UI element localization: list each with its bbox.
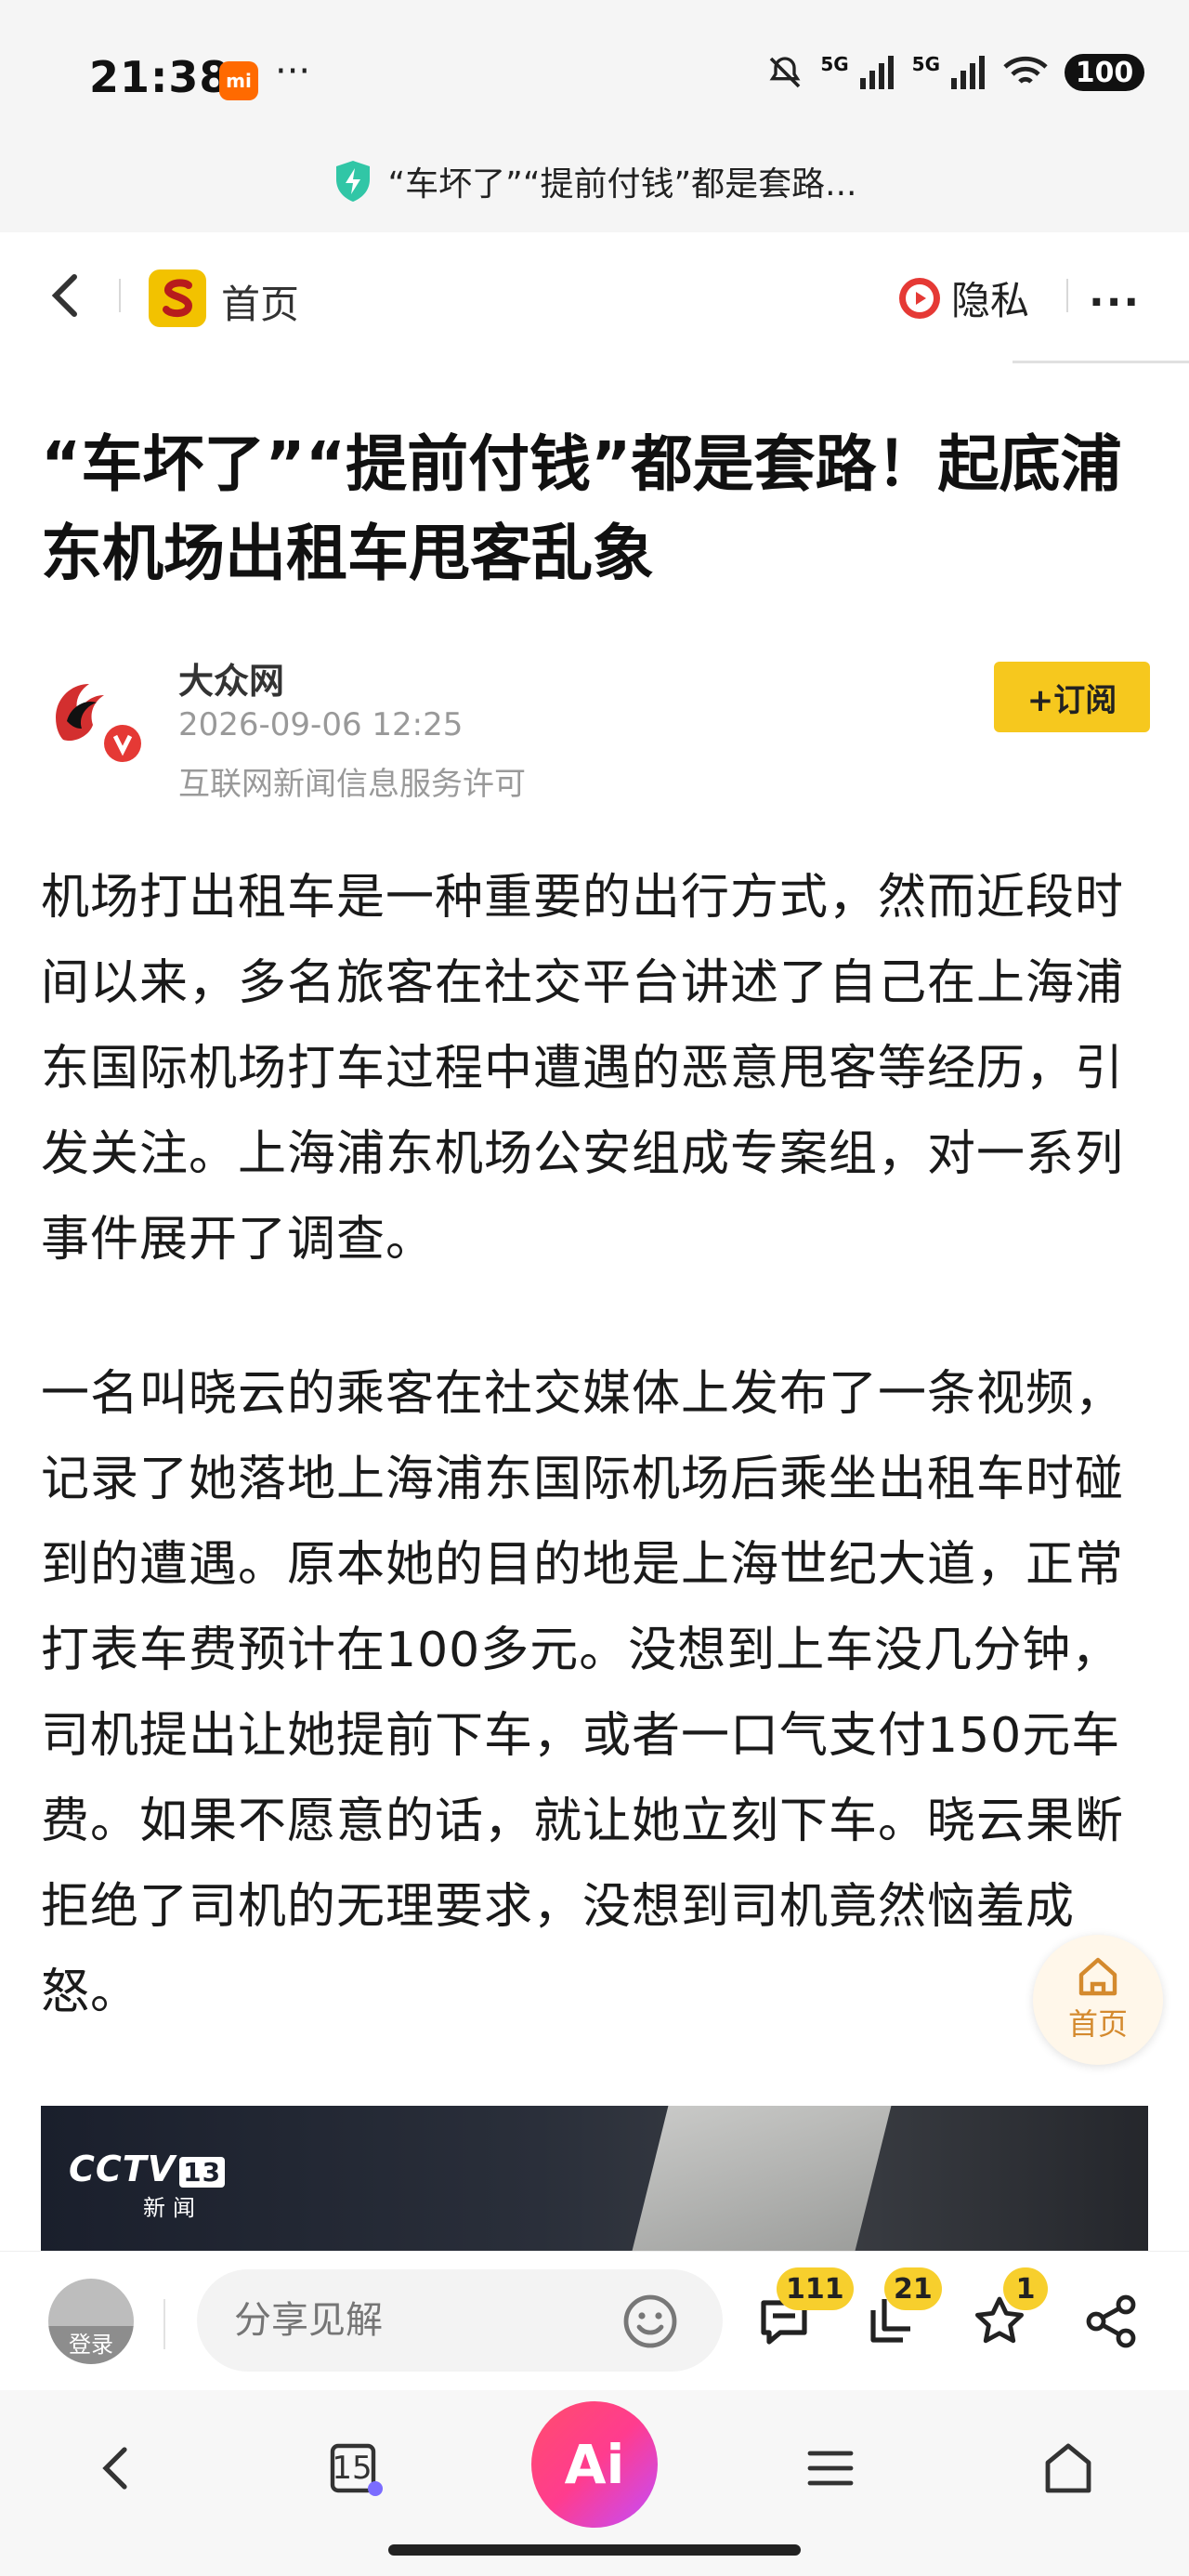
repost-count-badge: 21: [884, 2267, 942, 2310]
divider: [1013, 361, 1189, 363]
author-avatar[interactable]: [41, 662, 145, 766]
article-title: “车坏了”“提前付钱”都是套路！起底浦东机场出租车甩客乱象: [41, 428, 1122, 589]
login-avatar[interactable]: 登录: [48, 2279, 134, 2364]
ai-assistant-button[interactable]: Ai: [531, 2401, 658, 2528]
s-logo-icon: [163, 279, 193, 318]
privacy-label: 隐私: [951, 278, 1030, 323]
signal-type-1: 5G: [820, 53, 849, 75]
comments-count-badge: 111: [777, 2267, 854, 2310]
license-text: 互联网新闻信息服务许可: [178, 766, 526, 803]
signal-icon-2: [951, 56, 985, 89]
menu-button[interactable]: [793, 2431, 868, 2505]
battery-indicator: 100: [1065, 54, 1144, 91]
author-name[interactable]: 大众网: [178, 652, 284, 703]
privacy-button[interactable]: 隐私: [897, 269, 1029, 326]
article-paragraph: 机场打出租车是一种重要的出行方式，然而近段时间以来，多名旅客在社交平台讲述了自己…: [41, 870, 1125, 1268]
mi-app-badge: mi: [219, 61, 258, 100]
home-outline-icon: [1045, 2443, 1091, 2493]
back-button[interactable]: [37, 266, 97, 325]
browser-back-button[interactable]: [80, 2431, 154, 2505]
app-logo-icon[interactable]: [149, 269, 206, 327]
more-menu-button[interactable]: ···: [1089, 279, 1141, 326]
divider: [163, 2299, 165, 2349]
share-icon: [1086, 2294, 1136, 2348]
tabs-button[interactable]: 15: [318, 2431, 392, 2505]
wifi-icon: [1003, 56, 1048, 84]
subscribe-button[interactable]: +订阅: [994, 662, 1150, 732]
url-bar[interactable]: “车坏了”“提前付钱”都是套路...: [0, 130, 1189, 232]
floating-home-button[interactable]: 首页: [1033, 1935, 1163, 2065]
play-circle-icon: [899, 277, 940, 319]
mute-bell-icon: [769, 57, 801, 88]
share-button[interactable]: [1081, 2292, 1141, 2351]
cctv-channel: CCTV: [69, 2149, 176, 2189]
video-frame-detail: [632, 2106, 892, 2251]
cctv-logo: CCTV 13: [69, 2149, 226, 2189]
tabs-count: 15: [332, 2450, 372, 2487]
home-icon: [1078, 1957, 1117, 1996]
favorite-count-badge: 1: [1003, 2267, 1048, 2310]
page-title-url: “车坏了”“提前付钱”都是套路...: [387, 165, 857, 204]
article-paragraph: 一名叫晓云的乘客在社交媒体上发布了一条视频，记录了她落地上海浦东国际机场后乘坐出…: [41, 1366, 1125, 2020]
menu-icon: [807, 2451, 854, 2486]
gesture-home-indicator[interactable]: [388, 2544, 801, 2556]
home-link[interactable]: 首页: [221, 273, 299, 330]
status-indicators: 5G 5G 100: [766, 53, 1144, 91]
emoji-icon: [623, 2294, 677, 2348]
dazhong-logo-icon: [48, 673, 141, 762]
chevron-left-icon: [102, 2447, 127, 2490]
publish-time: 2026-09-06 12:25: [178, 706, 464, 743]
emoji-button[interactable]: [621, 2292, 680, 2351]
divider: [119, 279, 121, 312]
shield-icon: [335, 161, 370, 202]
notification-more-icon: ···: [275, 50, 311, 93]
cctv-channel-sub: 新闻: [143, 2195, 203, 2221]
signal-icon: [859, 56, 894, 89]
cctv-channel-number: 13: [179, 2157, 226, 2188]
status-time: 21:38: [89, 52, 230, 102]
signal-type-2: 5G: [911, 53, 940, 75]
divider: [1066, 279, 1068, 312]
browser-home-button[interactable]: [1031, 2431, 1105, 2505]
floating-home-label: 首页: [1067, 2006, 1128, 2042]
chevron-left-icon: [51, 274, 77, 317]
